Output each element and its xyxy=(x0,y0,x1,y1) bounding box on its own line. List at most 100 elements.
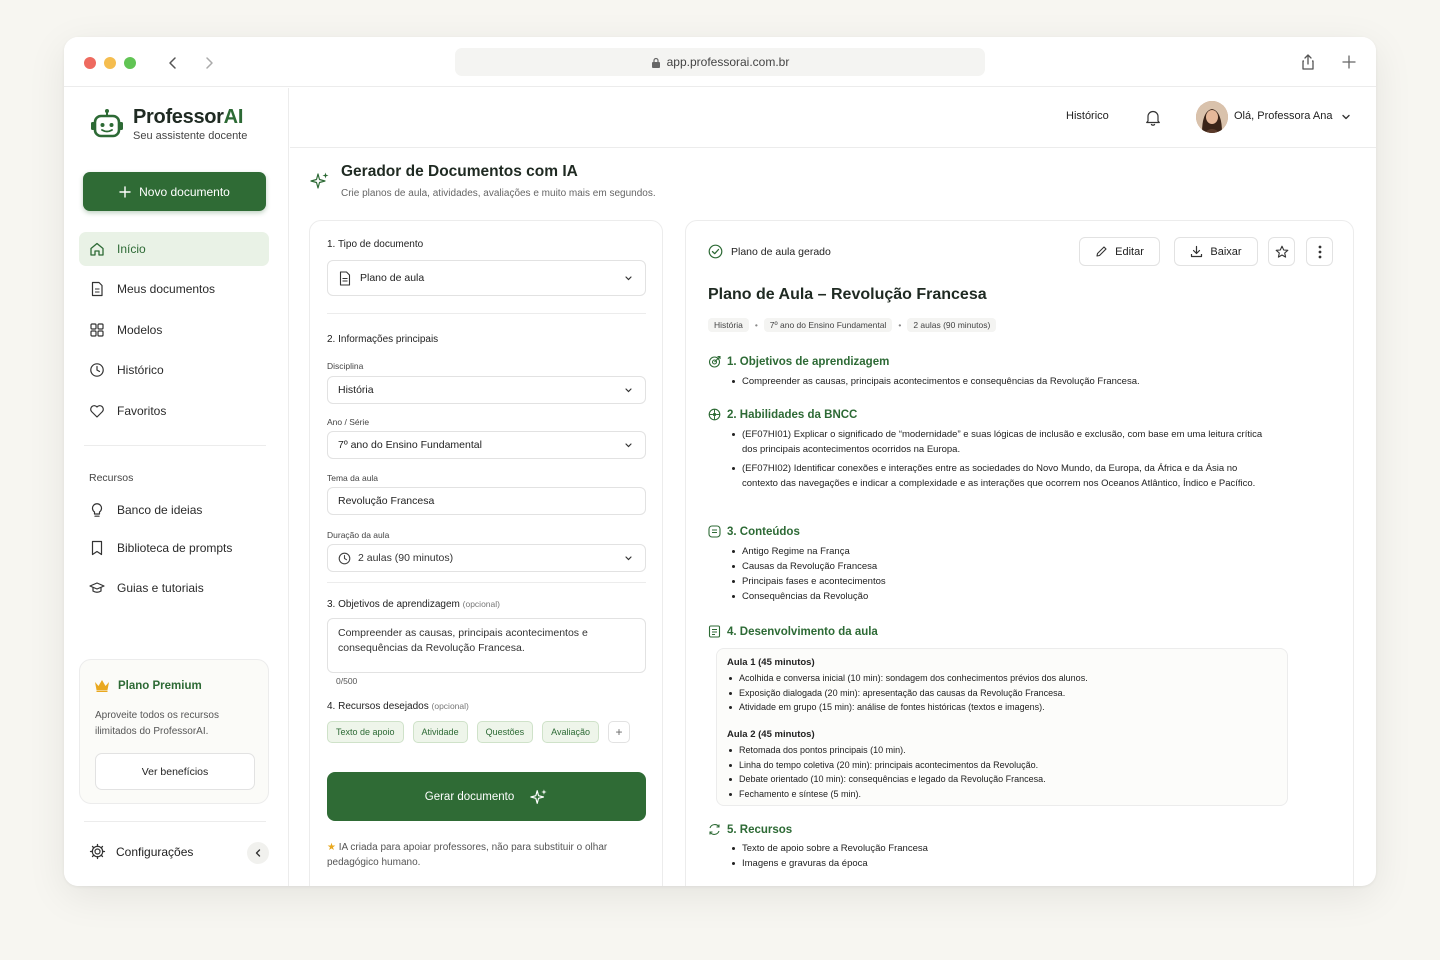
bookmark-icon xyxy=(91,540,103,556)
new-document-label: Novo documento xyxy=(139,184,230,199)
doc-type-select[interactable]: Plano de aula xyxy=(327,260,646,296)
lightbulb-icon xyxy=(91,503,103,517)
tag-grade: 7º ano do Ensino Fundamental xyxy=(763,318,893,332)
sidebar-item-biblioteca-de-prompts[interactable]: Biblioteca de prompts xyxy=(79,531,269,565)
chip-questoes[interactable]: Questões xyxy=(476,721,534,743)
document-form: 1. Tipo de documento Plano de aula 2. In… xyxy=(309,220,663,886)
logo[interactable]: ProfessorAI Seu assistente docente xyxy=(89,106,247,142)
url-text: app.professorai.com.br xyxy=(666,55,790,69)
aula-1-list: Acolhida e conversa inicial (10 min): so… xyxy=(727,671,1277,715)
list-item: (EF07HI01) Explicar o significado de “mo… xyxy=(730,427,1270,457)
more-options-button[interactable] xyxy=(1306,237,1333,266)
list-icon xyxy=(708,525,721,538)
heart-icon xyxy=(90,405,104,418)
download-button[interactable]: Baixar xyxy=(1174,237,1258,266)
list-item: Antigo Regime na França xyxy=(730,544,1130,559)
discipline-value: História xyxy=(338,384,374,396)
section-resources-title: 5. Recursos xyxy=(708,823,792,836)
objectives-textarea[interactable]: Compreender as causas, principais aconte… xyxy=(327,618,646,673)
topbar-history-link[interactable]: Histórico xyxy=(1066,110,1109,122)
back-arrow-icon[interactable] xyxy=(164,54,182,72)
bell-icon[interactable] xyxy=(1145,109,1161,126)
document-icon xyxy=(91,281,103,297)
brand-name: ProfessorAI xyxy=(133,106,244,128)
aula-2-title: Aula 2 (45 minutos) xyxy=(727,729,815,740)
avatar[interactable] xyxy=(1196,101,1228,133)
crown-icon xyxy=(95,680,109,692)
aula-1-title: Aula 1 (45 minutos) xyxy=(727,657,815,668)
generate-document-button[interactable]: Gerar documento xyxy=(327,772,646,821)
char-counter: 0/500 xyxy=(336,676,358,686)
maximize-window-dot[interactable] xyxy=(124,57,136,69)
lesson-development-box: Aula 1 (45 minutos) Acolhida e conversa … xyxy=(716,648,1288,806)
favorite-button[interactable] xyxy=(1268,237,1295,266)
share-icon[interactable] xyxy=(1299,53,1317,71)
add-resource-button[interactable]: + xyxy=(607,721,630,743)
discipline-label: Disciplina xyxy=(327,361,364,371)
generate-label: Gerar documento xyxy=(424,790,515,803)
list-item: Causas da Revolução Francesa xyxy=(730,559,1130,574)
form-divider xyxy=(327,582,646,583)
topic-label: Tema da aula xyxy=(327,473,379,483)
grade-select[interactable]: 7º ano do Ensino Fundamental xyxy=(327,431,646,459)
premium-title: Plano Premium xyxy=(94,679,202,692)
sidebar-item-label: Início xyxy=(117,242,146,256)
sidebar-item-label: Histórico xyxy=(117,363,164,377)
grade-value: 7º ano do Ensino Fundamental xyxy=(338,439,482,451)
resource-chips: Texto de apoio Atividade Questões Avalia… xyxy=(327,721,630,743)
url-bar[interactable]: app.professorai.com.br xyxy=(455,48,985,76)
list-item: Atividade em grupo (15 min): análise de … xyxy=(727,700,1277,715)
list-item: Exposição dialogada (20 min): apresentaç… xyxy=(727,686,1277,701)
document-preview: Plano de aula gerado Editar Baixar Plano… xyxy=(685,220,1354,886)
check-circle-icon xyxy=(708,244,723,259)
sidebar-item-label: Guias e tutoriais xyxy=(117,581,204,595)
sidebar-item-favoritos[interactable]: Favoritos xyxy=(79,394,269,428)
list-item: Texto de apoio sobre a Revolução Frances… xyxy=(730,841,1130,856)
duration-value: 2 aulas (90 minutos) xyxy=(358,552,454,564)
sidebar-item-label: Favoritos xyxy=(117,404,167,418)
list-item: (EF07HI02) Identificar conexões e intera… xyxy=(730,461,1270,491)
forward-arrow-icon[interactable] xyxy=(200,54,218,72)
chevron-down-icon xyxy=(625,276,632,281)
graduation-cap-icon xyxy=(89,582,105,593)
view-benefits-button[interactable]: Ver benefícios xyxy=(95,753,255,790)
collapse-sidebar-button[interactable] xyxy=(247,842,269,864)
document-title: Plano de Aula – Revolução Francesa xyxy=(708,286,987,303)
sidebar-item-banco-de-ideias[interactable]: Banco de ideias xyxy=(79,493,269,527)
settings-link[interactable]: Configurações xyxy=(89,843,193,860)
new-document-button[interactable]: Novo documento xyxy=(83,172,266,211)
new-tab-icon[interactable] xyxy=(1340,53,1358,71)
chip-avaliacao[interactable]: Avaliação xyxy=(542,721,599,743)
sparkles-icon xyxy=(530,788,547,804)
premium-card: Plano Premium Aproveite todos os recurso… xyxy=(79,659,269,804)
grade-label: Ano / Série xyxy=(327,417,370,427)
chevron-down-icon xyxy=(625,443,632,448)
sidebar-item-inicio[interactable]: Início xyxy=(79,232,269,266)
chip-texto-de-apoio[interactable]: Texto de apoio xyxy=(327,721,404,743)
sidebar-divider xyxy=(84,821,266,822)
section-bncc-title: 2. Habilidades da BNCC xyxy=(708,408,857,421)
sidebar-item-meus-documentos[interactable]: Meus documentos xyxy=(79,272,269,306)
lock-icon xyxy=(651,57,660,68)
edit-button[interactable]: Editar xyxy=(1079,237,1160,266)
sidebar-item-label: Banco de ideias xyxy=(117,503,203,517)
list-item: Principais fases e acontecimentos xyxy=(730,574,1130,589)
premium-description: Aproveite todos os recursos ilimitados d… xyxy=(95,710,219,737)
close-window-dot[interactable] xyxy=(84,57,96,69)
top-bar: Histórico Olá, Professora Ana xyxy=(290,88,1376,148)
sidebar-item-modelos[interactable]: Modelos xyxy=(79,313,269,347)
discipline-select[interactable]: História xyxy=(327,376,646,404)
premium-title-text: Plano Premium xyxy=(118,679,202,692)
chip-atividade[interactable]: Atividade xyxy=(412,721,468,743)
user-greeting[interactable]: Olá, Professora Ana xyxy=(1234,110,1332,122)
sidebar-item-historico[interactable]: Histórico xyxy=(79,353,269,387)
minimize-window-dot[interactable] xyxy=(104,57,116,69)
doc-type-value: Plano de aula xyxy=(360,272,425,284)
document-tags: História • 7º ano do Ensino Fundamental … xyxy=(708,318,997,332)
sparkles-icon xyxy=(310,172,329,189)
sidebar-item-guias-e-tutoriais[interactable]: Guias e tutoriais xyxy=(79,571,269,605)
topic-input[interactable]: Revolução Francesa xyxy=(327,487,646,515)
duration-select[interactable]: 2 aulas (90 minutos) xyxy=(327,544,646,572)
chevron-down-icon[interactable] xyxy=(1340,111,1352,123)
page-subtitle: Crie planos de aula, atividades, avaliaç… xyxy=(341,188,656,199)
